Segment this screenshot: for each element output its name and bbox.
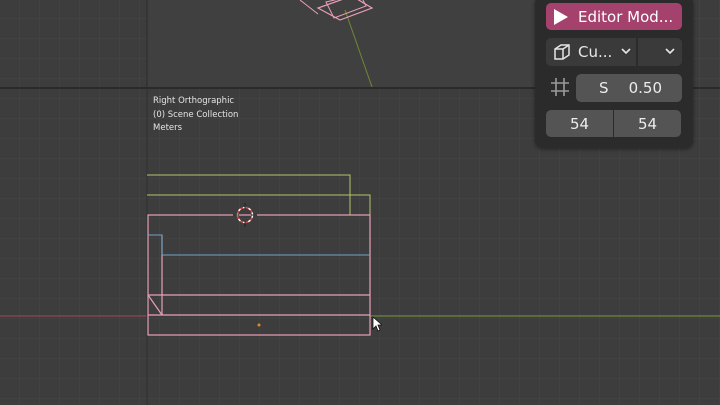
object-selector-row: Cu... <box>546 38 682 66</box>
grid-snap-icon[interactable] <box>549 76 571 98</box>
object-origin-dot <box>257 323 261 327</box>
chevron-down-icon <box>621 48 631 55</box>
numeric-field-a[interactable]: 54 <box>546 110 613 137</box>
snap-size-field[interactable]: S 0.50 <box>576 74 682 102</box>
editor-mode-label: Editor Mod... <box>578 7 674 26</box>
top-viewport-region <box>146 0 535 88</box>
numeric-field-b[interactable]: 54 <box>614 110 681 137</box>
viewport-info-overlay: Right Orthographic (0) Scene Collection … <box>153 95 238 136</box>
chevron-down-icon <box>665 48 675 55</box>
numeric-fields-row: 54 54 <box>546 110 682 137</box>
mouse-pointer-icon <box>372 316 382 332</box>
cube-icon <box>554 44 570 60</box>
view-name-label: Right Orthographic <box>153 96 235 106</box>
play-icon <box>554 8 568 25</box>
units-label: Meters <box>153 123 183 134</box>
object-type-dropdown[interactable]: Cu... <box>546 38 636 66</box>
editor-mode-button[interactable]: Editor Mod... <box>546 3 682 30</box>
object-type-label: Cu... <box>578 43 613 61</box>
object-options-dropdown[interactable] <box>638 38 682 66</box>
collection-label: (0) Scene Collection <box>153 109 239 120</box>
snap-size-label: S <box>599 79 609 97</box>
snap-size-value: 0.50 <box>628 79 662 97</box>
